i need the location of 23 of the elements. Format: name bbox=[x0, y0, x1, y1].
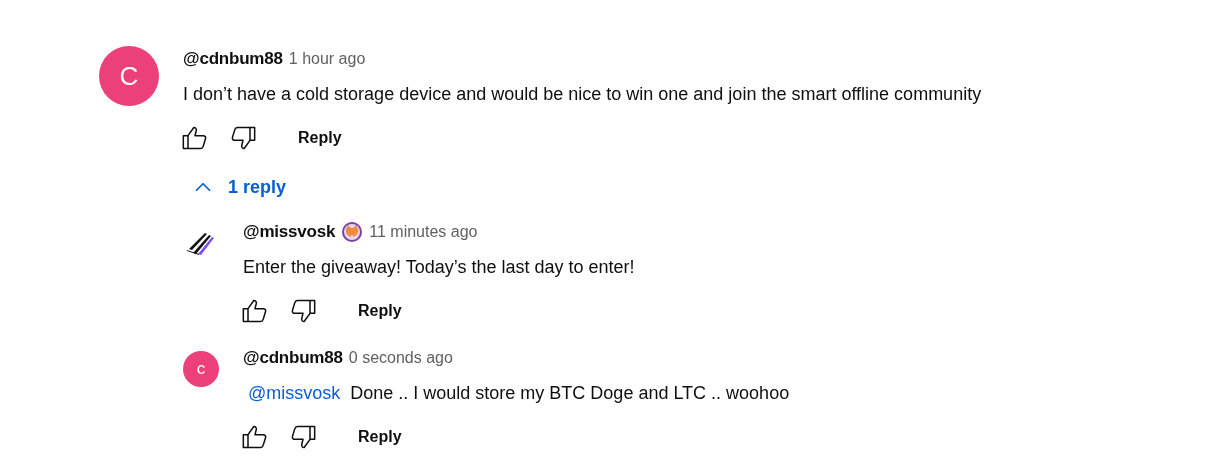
comment-text: Done .. I would store my BTC Doge and LTC .. woohoo bbox=[350, 382, 790, 405]
comment-time[interactable]: 11 minutes ago bbox=[369, 223, 478, 241]
reply-button[interactable]: Reply bbox=[358, 294, 402, 328]
fox-badge-icon bbox=[341, 221, 364, 243]
thumbs-down-icon bbox=[229, 124, 257, 152]
reply-button[interactable]: Reply bbox=[298, 121, 342, 155]
mention-link[interactable]: @missvosk bbox=[243, 379, 341, 407]
avatar[interactable]: C bbox=[99, 46, 159, 106]
replies-toggle[interactable]: 1 reply bbox=[186, 169, 291, 205]
author-name[interactable]: @missvosk bbox=[243, 222, 336, 242]
reply-button[interactable]: Reply bbox=[358, 420, 402, 454]
thumbs-down-icon bbox=[289, 297, 317, 325]
thumbs-up-icon bbox=[241, 297, 269, 325]
comment-time[interactable]: 1 hour ago bbox=[288, 50, 366, 68]
comment-text: I don’t have a cold storage device and would be nice to win one and join the smart offline community bbox=[183, 83, 982, 106]
comment-time[interactable]: 0 seconds ago bbox=[348, 349, 453, 367]
thumbs-up-icon bbox=[181, 124, 209, 152]
thumbs-up-icon bbox=[241, 423, 269, 451]
avatar[interactable]: c bbox=[183, 351, 219, 387]
author-name[interactable]: @cdnbum88 bbox=[243, 348, 343, 368]
comment-text: Enter the giveaway! Today’s the last day to enter! bbox=[243, 256, 635, 279]
author-name[interactable]: @cdnbum88 bbox=[183, 49, 283, 69]
thumbs-down-icon bbox=[289, 423, 317, 451]
